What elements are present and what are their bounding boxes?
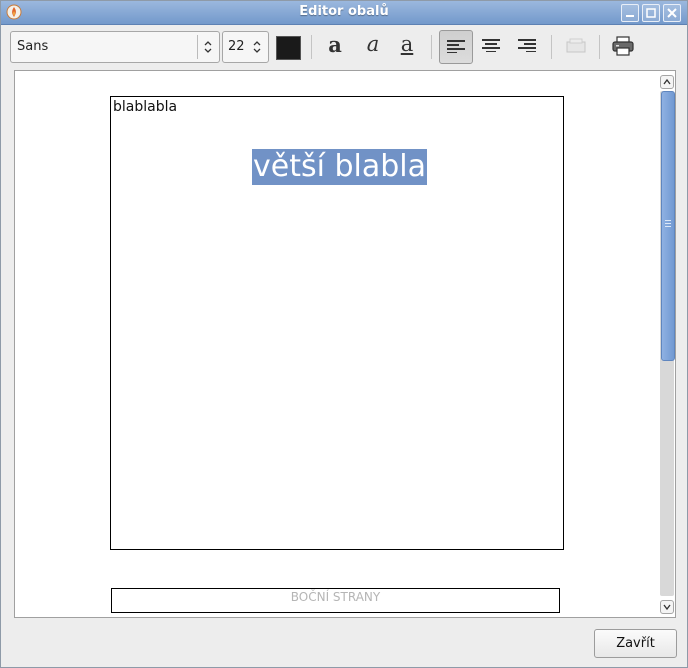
- italic-icon: a: [366, 32, 380, 56]
- align-center-icon: [482, 39, 500, 52]
- scroll-thumb[interactable]: [661, 91, 675, 361]
- maximize-icon: [646, 8, 656, 18]
- font-family-value: Sans: [17, 39, 49, 54]
- vertical-scrollbar[interactable]: [660, 75, 675, 614]
- chevron-down-icon: [663, 604, 671, 611]
- front-cover-frame[interactable]: blablabla větší blabla: [110, 96, 564, 550]
- updown-arrow-icon: [204, 41, 212, 53]
- cover-editor-window: Editor obalů Sans 22 a a a blablabla vět…: [0, 0, 688, 668]
- spine-label: BOČNÍ STRANY: [290, 590, 381, 604]
- spine-frame[interactable]: BOČNÍ STRANY: [111, 588, 560, 613]
- minimize-icon: [626, 15, 634, 17]
- print-button[interactable]: [607, 30, 639, 62]
- bold-button[interactable]: a: [319, 30, 351, 62]
- printer-icon: [612, 36, 634, 56]
- bold-icon: a: [328, 32, 342, 57]
- cover-canvas[interactable]: blablabla větší blabla BOČNÍ STRANY: [14, 70, 676, 618]
- window-title: Editor obalů: [299, 4, 389, 19]
- align-right-button[interactable]: [511, 30, 543, 62]
- chevron-up-icon: [663, 78, 671, 85]
- image-button[interactable]: [559, 30, 591, 62]
- close-icon: [667, 8, 677, 18]
- cover-text-small[interactable]: blablabla: [113, 99, 177, 115]
- align-right-icon: [518, 39, 536, 52]
- underline-icon: a: [400, 32, 414, 56]
- close-button[interactable]: Zavřít: [594, 629, 677, 658]
- align-center-button[interactable]: [475, 30, 507, 62]
- updown-arrow-icon: [253, 41, 261, 53]
- format-toolbar: Sans 22 a a a: [1, 25, 687, 67]
- title-bar[interactable]: Editor obalů: [1, 1, 687, 25]
- font-family-combo[interactable]: Sans: [10, 31, 220, 63]
- scroll-down-button[interactable]: [660, 600, 674, 614]
- scroll-up-button[interactable]: [660, 75, 674, 89]
- text-color-button[interactable]: [276, 36, 301, 60]
- minimize-button[interactable]: [621, 4, 639, 22]
- align-left-icon: [447, 40, 465, 53]
- grip-icon: [665, 220, 671, 229]
- font-size-value: 22: [228, 39, 245, 54]
- italic-button[interactable]: a: [357, 30, 389, 62]
- font-size-combo[interactable]: 22: [222, 31, 269, 63]
- underline-button[interactable]: a: [391, 30, 423, 62]
- image-icon: [566, 38, 586, 53]
- align-left-button[interactable]: [439, 30, 473, 64]
- close-window-button[interactable]: [663, 4, 681, 22]
- cover-text-selected[interactable]: větší blabla: [252, 149, 427, 185]
- maximize-button[interactable]: [642, 4, 660, 22]
